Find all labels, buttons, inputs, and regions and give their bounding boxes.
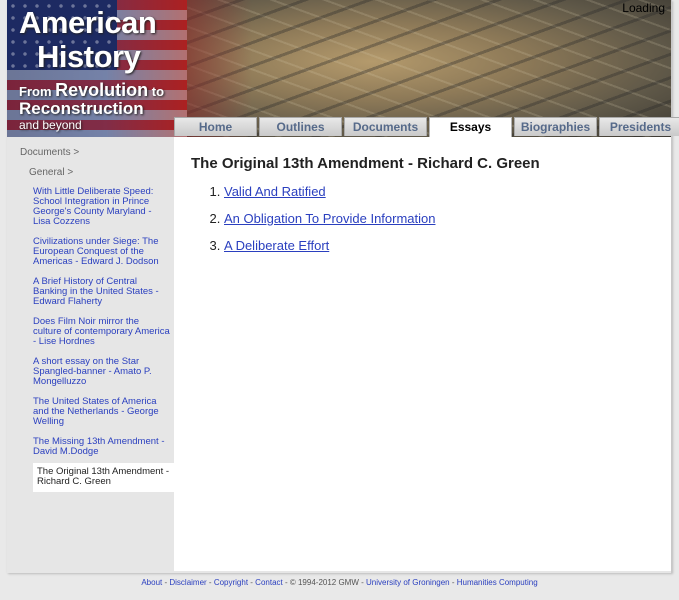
tab-outlines[interactable]: Outlines	[259, 117, 342, 136]
list-item: Valid And Ratified	[224, 184, 436, 199]
sidebar-essay-link[interactable]: Civilizations under Siege: The European …	[33, 237, 170, 267]
footer-humanities-link[interactable]: Humanities Computing	[457, 578, 538, 587]
loading-indicator: Loading	[622, 1, 665, 15]
list-item: A Deliberate Effort	[224, 238, 436, 253]
sidebar-current-essay: The Original 13th Amendment - Richard C.…	[33, 463, 174, 492]
footer: About - Disclaimer - Copyright - Contact…	[141, 578, 538, 587]
chapter-link[interactable]: A Deliberate Effort	[224, 238, 329, 253]
chapter-link[interactable]: Valid And Ratified	[224, 184, 326, 199]
chapter-link[interactable]: An Obligation To Provide Information	[224, 211, 436, 226]
page: American History From Revolution to Reco…	[7, 0, 679, 573]
page-title: The Original 13th Amendment - Richard C.…	[191, 155, 540, 172]
main-content: The Original 13th Amendment - Richard C.…	[174, 137, 671, 571]
sidebar-essay-link[interactable]: The Missing 13th Amendment - David M.Dod…	[33, 437, 170, 457]
sidebar-essay-link[interactable]: With Little Deliberate Speed: School Int…	[33, 187, 170, 227]
footer-university-link[interactable]: University of Groningen	[366, 578, 450, 587]
logo-subtitle: From Revolution to Reconstruction and be…	[19, 80, 165, 132]
tab-essays[interactable]: Essays	[429, 117, 512, 137]
sidebar: Documents > General > With Little Delibe…	[7, 137, 174, 573]
tab-home[interactable]: Home	[174, 117, 257, 136]
tab-biographies[interactable]: Biographies	[514, 117, 597, 136]
sidebar-essay-link[interactable]: The United States of America and the Net…	[33, 397, 170, 427]
sidebar-essay-link[interactable]: A Brief History of Central Banking in th…	[33, 277, 170, 307]
sidebar-essay-link[interactable]: A short essay on the Star Spangled-banne…	[33, 357, 170, 387]
tab-presidents[interactable]: Presidents	[599, 117, 679, 136]
copyright-notice: © 1994-2012 GMW	[289, 578, 359, 587]
footer-contact-link[interactable]: Contact	[255, 578, 283, 587]
sidebar-essay-link[interactable]: Does Film Noir mirror the culture of con…	[33, 317, 170, 347]
footer-about-link[interactable]: About	[141, 578, 162, 587]
list-item: An Obligation To Provide Information	[224, 211, 436, 226]
chapter-list: Valid And Ratified An Obligation To Prov…	[192, 184, 436, 265]
breadcrumb-general[interactable]: General >	[29, 167, 73, 178]
breadcrumb-documents[interactable]: Documents >	[20, 147, 79, 158]
tab-documents[interactable]: Documents	[344, 117, 427, 136]
logo-line1: American	[19, 5, 157, 40]
main-nav-tabs: Home Outlines Documents Essays Biographi…	[174, 117, 679, 137]
footer-copyright-link[interactable]: Copyright	[214, 578, 248, 587]
footer-disclaimer-link[interactable]: Disclaimer	[169, 578, 206, 587]
logo-line2: History	[37, 39, 141, 74]
site-logo[interactable]: American History	[19, 5, 157, 74]
